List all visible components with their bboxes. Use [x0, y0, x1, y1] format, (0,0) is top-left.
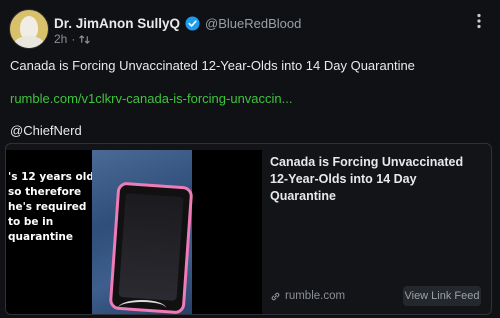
author-display-name[interactable]: Dr. JimAnon SullyQ — [54, 16, 180, 31]
card-title[interactable]: Canada is Forcing Unvaccinated 12-Year-O… — [270, 154, 480, 205]
post-link[interactable]: rumble.com/v1clkrv-canada-is-forcing-unv… — [10, 91, 292, 106]
thumbnail-phone — [108, 181, 194, 314]
link-preview-card[interactable]: 's 12 years old so therefore he's requir… — [5, 143, 492, 315]
post-mention[interactable]: @ChiefNerd — [10, 123, 82, 138]
avatar[interactable] — [9, 9, 49, 49]
more-options-icon[interactable] — [470, 12, 488, 30]
card-domain-label: rumble.com — [285, 290, 346, 302]
thumbnail-caption: 's 12 years old so therefore he's requir… — [8, 171, 94, 243]
post-age[interactable]: 2h — [54, 32, 67, 46]
card-thumbnail[interactable]: 's 12 years old so therefore he's requir… — [6, 150, 262, 314]
card-domain[interactable]: rumble.com — [270, 290, 345, 302]
post-text: Canada is Forcing Unvaccinated 12-Year-O… — [10, 58, 415, 73]
author-row: Dr. JimAnon SullyQ @BlueRedBlood — [54, 14, 301, 32]
author-handle[interactable]: @BlueRedBlood — [205, 16, 301, 31]
thumbnail-cable — [118, 300, 166, 314]
boost-icon — [79, 34, 91, 44]
post-meta: 2h · — [54, 32, 91, 46]
view-link-feed-button[interactable]: View Link Feed — [403, 286, 481, 306]
verified-badge-icon — [185, 15, 200, 31]
link-icon — [271, 292, 280, 300]
